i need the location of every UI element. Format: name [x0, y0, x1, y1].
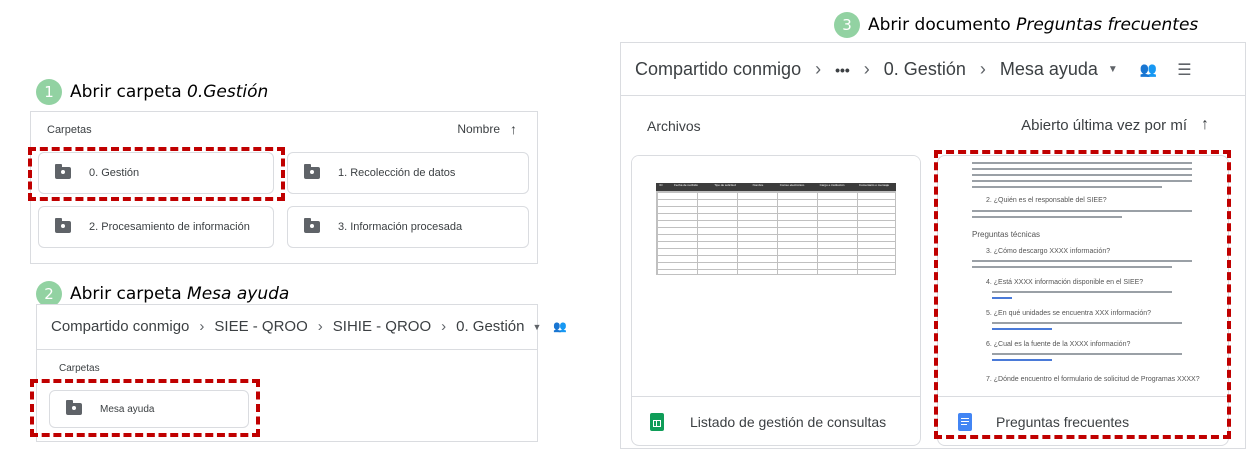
- archivos-panel: Compartido conmigo › ••• › 0. Gestión › …: [620, 42, 1246, 449]
- divider: [621, 95, 1245, 96]
- breadcrumb-item-current[interactable]: 0. Gestión: [456, 318, 524, 335]
- people-icon[interactable]: 👥: [553, 320, 567, 333]
- divider: [37, 349, 537, 350]
- folder-mesa-ayuda[interactable]: Mesa ayuda: [49, 390, 249, 428]
- breadcrumb-item[interactable]: SIEE - QROO: [214, 318, 307, 335]
- arrow-up-icon: ↑: [510, 121, 517, 137]
- sort-by-name[interactable]: Nombre ↑: [457, 121, 517, 137]
- step-1-header: 1 Abrir carpeta 0.Gestión: [36, 79, 268, 105]
- folder-informacion-procesada[interactable]: 3. Información procesada: [287, 206, 529, 248]
- breadcrumb-item[interactable]: Compartido conmigo: [635, 59, 801, 80]
- shared-folder-icon: [304, 218, 320, 233]
- section-label: Archivos: [647, 118, 701, 134]
- people-icon[interactable]: 👥: [1140, 61, 1157, 78]
- folder-recoleccion[interactable]: 1. Recolección de datos: [287, 152, 529, 194]
- mesa-ayuda-panel: Compartido conmigo › SIEE - QROO › SIHIE…: [36, 304, 567, 442]
- file-card-preguntas[interactable]: 2. ¿Quién es el responsable del SIEE? Pr…: [937, 155, 1229, 446]
- doc-heading: Preguntas técnicas: [972, 230, 1041, 239]
- shared-folder-icon: [304, 164, 320, 179]
- folders-panel: Carpetas Nombre ↑ 0. Gestión 1. Recolecc…: [30, 111, 538, 264]
- arrow-up-icon: ↑: [1201, 116, 1209, 133]
- sheet-grid: [656, 191, 896, 275]
- sheets-icon: [650, 413, 664, 431]
- doc-question: 5. ¿En qué unidades se encuentra XXX inf…: [986, 310, 1151, 317]
- shared-folder-icon: [55, 218, 71, 233]
- document-thumbnail: 2. ¿Quién es el responsable del SIEE? Pr…: [938, 156, 1228, 396]
- folder-0-gestion[interactable]: 0. Gestión: [38, 152, 274, 194]
- step-text: Abrir carpeta Mesa ayuda: [70, 284, 290, 304]
- breadcrumb: Compartido conmigo › SIEE - QROO › SIHIE…: [51, 318, 568, 335]
- section-label: Carpetas: [47, 124, 92, 136]
- breadcrumb: Compartido conmigo › ••• › 0. Gestión › …: [635, 59, 1192, 80]
- list-view-icon[interactable]: ☰: [1177, 60, 1191, 80]
- step-number-badge: 1: [36, 79, 62, 105]
- step-text: Abrir documento Preguntas frecuentes: [868, 15, 1199, 35]
- folder-procesamiento[interactable]: 2. Procesamiento de información: [38, 206, 274, 248]
- caret-down-icon[interactable]: ▼: [1108, 64, 1118, 75]
- shared-folder-icon: [66, 400, 82, 415]
- doc-question: 6. ¿Cual es la fuente de la XXXX informa…: [986, 341, 1131, 348]
- breadcrumb-item[interactable]: Compartido conmigo: [51, 318, 189, 335]
- file-name: Listado de gestión de consultas: [690, 414, 887, 430]
- section-label: Carpetas: [59, 363, 100, 374]
- step-3-header: 3 Abrir documento Preguntas frecuentes: [834, 12, 1198, 38]
- docs-icon: [958, 413, 972, 431]
- divider: [632, 396, 920, 397]
- more-path-icon[interactable]: •••: [835, 62, 850, 78]
- file-name: Preguntas frecuentes: [996, 414, 1130, 430]
- doc-question: 7. ¿Dónde encuentro el formulario de sol…: [986, 376, 1200, 383]
- divider: [938, 396, 1228, 397]
- doc-question: 2. ¿Quién es el responsable del SIEE?: [986, 197, 1107, 204]
- breadcrumb-item[interactable]: SIHIE - QROO: [333, 318, 431, 335]
- file-card-listado[interactable]: ID Fecha de recibido Tipo de solicitud N…: [631, 155, 921, 446]
- breadcrumb-item[interactable]: 0. Gestión: [884, 59, 966, 80]
- step-text: Abrir carpeta 0.Gestión: [70, 82, 269, 102]
- spreadsheet-thumbnail: ID Fecha de recibido Tipo de solicitud N…: [632, 156, 920, 396]
- shared-folder-icon: [55, 164, 71, 179]
- step-number-badge: 3: [834, 12, 860, 38]
- doc-question: 4. ¿Está XXXX información disponible en …: [986, 279, 1144, 286]
- caret-down-icon[interactable]: ▼: [532, 322, 541, 332]
- breadcrumb-item-current[interactable]: Mesa ayuda: [1000, 59, 1098, 80]
- sort-by-last-opened[interactable]: Abierto última vez por mí ↑: [1021, 116, 1209, 134]
- doc-question: 3. ¿Cómo descargo XXXX información?: [986, 248, 1111, 255]
- sheet-header-row: ID Fecha de recibido Tipo de solicitud N…: [656, 183, 896, 191]
